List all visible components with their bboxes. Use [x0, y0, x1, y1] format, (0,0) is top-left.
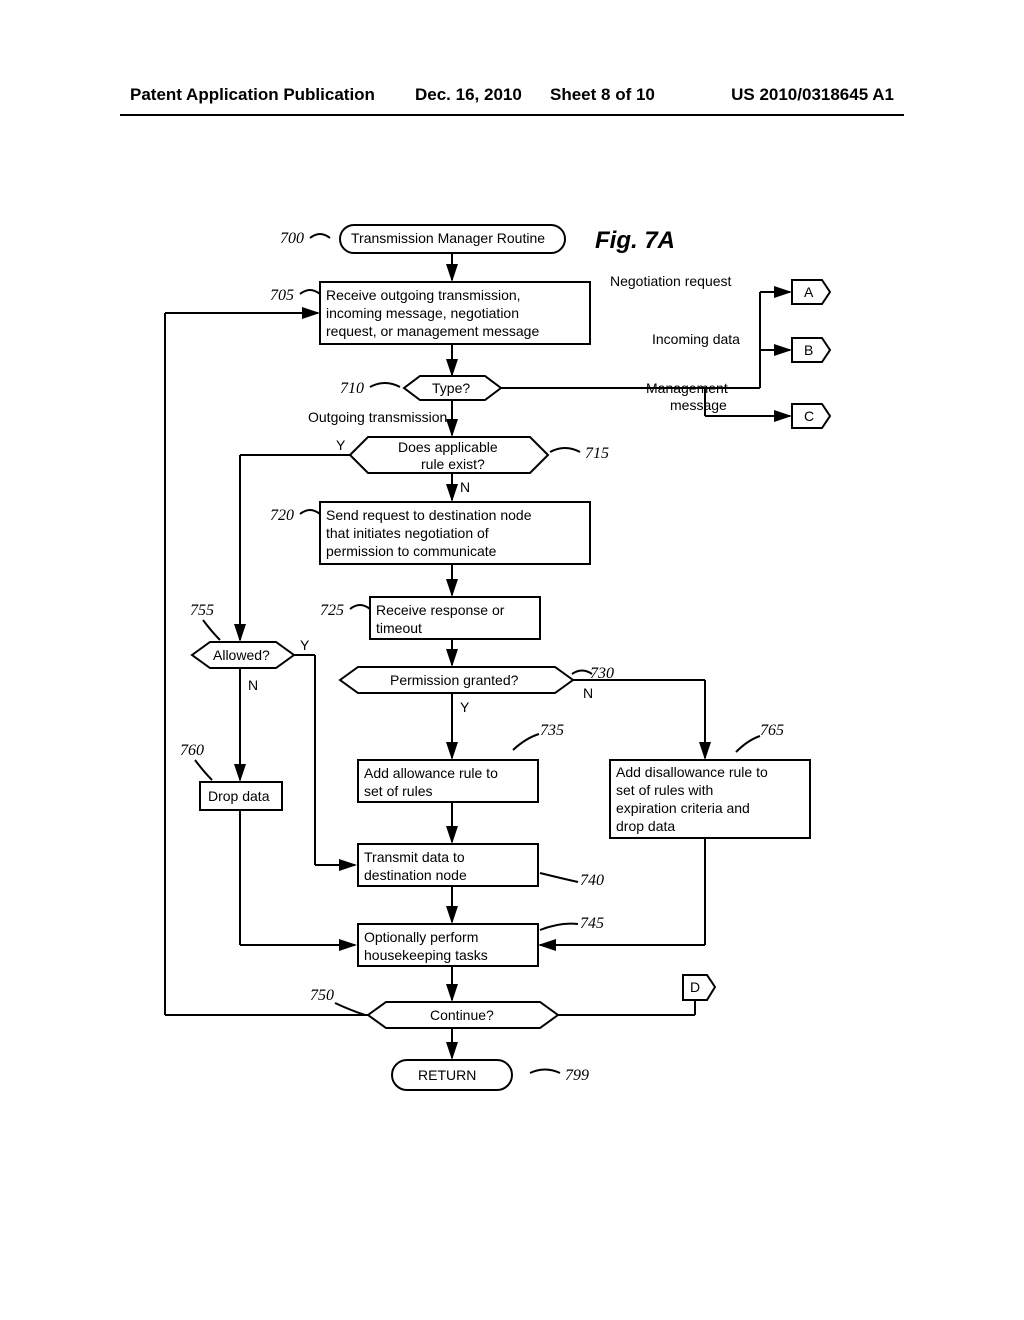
page: Patent Application Publication Dec. 16, …: [0, 0, 1024, 1320]
node-715-t2: rule exist?: [421, 456, 485, 472]
flowchart: Transmission Manager Routine 700 Receive…: [140, 200, 910, 1220]
node-760-text: Drop data: [208, 788, 270, 804]
node-710-text: Type?: [432, 380, 470, 396]
label-760: 760: [180, 742, 204, 759]
node-705-t1: Receive outgoing transmission,: [326, 287, 521, 303]
branch-negotiation: Negotiation request: [610, 273, 732, 289]
branch-incoming: Incoming data: [652, 331, 740, 347]
label-700: 700: [280, 230, 304, 247]
conn-b: B: [804, 342, 813, 358]
730-n: N: [583, 685, 593, 701]
branch-management-1: Management: [646, 380, 728, 396]
node-740-t2: destination node: [364, 867, 467, 883]
header-divider: [120, 114, 904, 116]
node-765-t2: set of rules with: [616, 782, 713, 798]
node-765-t1: Add disallowance rule to: [616, 764, 768, 780]
node-735-t2: set of rules: [364, 783, 432, 799]
node-705-t2: incoming message, negotiation: [326, 305, 519, 321]
715-n: N: [460, 479, 470, 495]
755-n: N: [248, 677, 258, 693]
730-y: Y: [460, 699, 470, 715]
node-720-t2: that initiates negotiation of: [326, 525, 489, 541]
node-720-t1: Send request to destination node: [326, 507, 532, 523]
node-765-t4: drop data: [616, 818, 675, 834]
node-705-t3: request, or management message: [326, 323, 539, 339]
label-720: 720: [270, 507, 294, 524]
branch-management-2: message: [670, 397, 727, 413]
label-740: 740: [580, 872, 604, 889]
label-710: 710: [340, 380, 364, 397]
conn-a: A: [804, 284, 814, 300]
label-755: 755: [190, 602, 214, 619]
header-pubno: US 2010/0318645 A1: [731, 85, 894, 105]
node-740-t1: Transmit data to: [364, 849, 465, 865]
node-765-t3: expiration criteria and: [616, 800, 750, 816]
node-720-t3: permission to communicate: [326, 543, 497, 559]
label-725: 725: [320, 602, 344, 619]
header-pub: Patent Application Publication: [130, 85, 375, 105]
label-715: 715: [585, 445, 609, 462]
node-735-t1: Add allowance rule to: [364, 765, 498, 781]
node-725-t2: timeout: [376, 620, 422, 636]
755-y: Y: [300, 637, 310, 653]
label-745: 745: [580, 915, 604, 932]
node-750-text: Continue?: [430, 1007, 494, 1023]
node-745-t2: housekeeping tasks: [364, 947, 488, 963]
label-705: 705: [270, 287, 294, 304]
715-y: Y: [336, 437, 346, 453]
node-715-t1: Does applicable: [398, 439, 498, 455]
node-799-text: RETURN: [418, 1067, 476, 1083]
node-730-text: Permission granted?: [390, 672, 519, 688]
node-745-t1: Optionally perform: [364, 929, 478, 945]
conn-c: C: [804, 408, 814, 424]
node-700-text: Transmission Manager Routine: [351, 230, 545, 246]
branch-outgoing: Outgoing transmission: [308, 409, 447, 425]
header-date: Dec. 16, 2010: [415, 85, 522, 105]
label-799: 799: [565, 1067, 589, 1084]
label-750: 750: [310, 987, 334, 1004]
conn-d: D: [690, 979, 700, 995]
header-sheet: Sheet 8 of 10: [550, 85, 655, 105]
label-735: 735: [540, 722, 564, 739]
node-755-text: Allowed?: [213, 647, 270, 663]
node-725-t1: Receive response or: [376, 602, 505, 618]
label-765: 765: [760, 722, 784, 739]
